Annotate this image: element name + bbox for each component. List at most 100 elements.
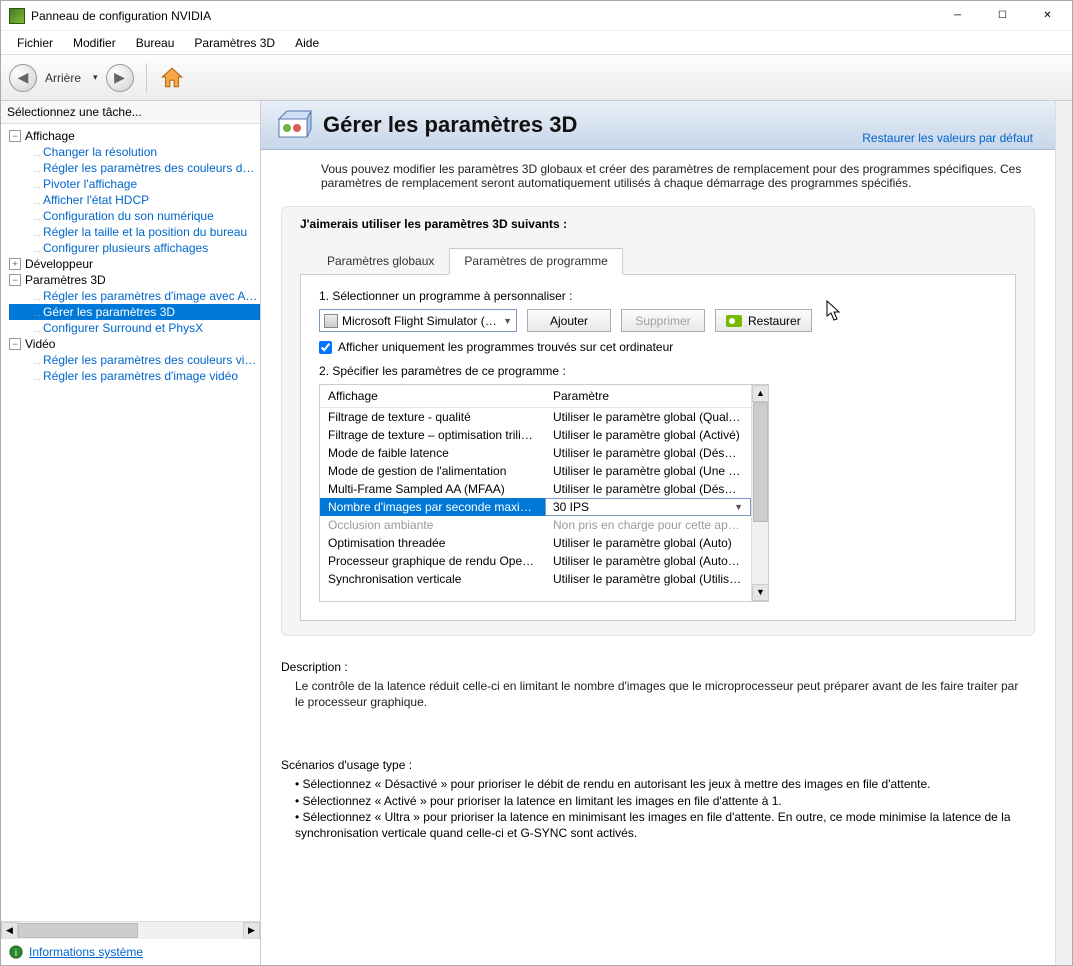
scroll-right-icon[interactable]: ▶ [243,922,260,939]
menu-aide[interactable]: Aide [285,32,329,54]
sidebar-hscrollbar[interactable]: ◀ ▶ [1,921,260,938]
chevron-down-icon: ▼ [503,316,512,326]
tree-item[interactable]: Régler les paramètres des couleurs du bu… [9,160,260,176]
setting-value: Non pris en charge pour cette applicatio… [545,516,751,534]
panel-head: J'aimerais utiliser les paramètres 3D su… [300,217,1016,239]
minimize-button[interactable]: ─ [935,1,980,30]
setting-value: Utiliser le paramètre global (Auto) [545,534,751,552]
tab-global[interactable]: Paramètres globaux [312,248,449,275]
scenario-item: • Sélectionnez « Désactivé » pour priori… [295,776,1027,792]
description-section: Description : Le contrôle de la latence … [261,646,1055,718]
description-body: Le contrôle de la latence réduit celle-c… [281,678,1027,710]
expand-icon[interactable]: + [9,258,21,270]
collapse-icon[interactable]: − [9,338,21,350]
setting-value: Utiliser le paramètre global (Désactivé) [545,444,751,462]
table-row[interactable]: Optimisation threadéeUtiliser le paramèt… [320,534,751,552]
history-dropdown-icon[interactable]: ▾ [93,72,98,83]
table-vscrollbar[interactable]: ▲ ▼ [751,385,768,601]
settings-panel: J'aimerais utiliser les paramètres 3D su… [281,206,1035,636]
setting-name: Synchronisation verticale [320,570,545,588]
tree-group-affichage[interactable]: − Affichage [9,128,260,144]
table-row[interactable]: Filtrage de texture - qualitéUtiliser le… [320,408,751,426]
table-row[interactable]: Processeur graphique de rendu OpenGLUtil… [320,552,751,570]
nvidia-icon [9,8,25,24]
tree-item[interactable]: Configurer plusieurs affichages [9,240,260,256]
sidebar-footer: i Informations système [1,938,260,965]
restore-defaults-link[interactable]: Restaurer les valeurs par défaut [862,131,1033,145]
add-button[interactable]: Ajouter [527,309,611,332]
menu-parametres-3d[interactable]: Paramètres 3D [184,32,285,54]
scenarios-head: Scénarios d'usage type : [281,758,1027,772]
scenario-item: • Sélectionnez « Activé » pour prioriser… [295,793,1027,809]
menu-modifier[interactable]: Modifier [63,32,126,54]
scroll-thumb[interactable] [753,402,768,522]
app-window: Panneau de configuration NVIDIA ─ ☐ ✕ Fi… [0,0,1073,966]
table-row[interactable]: Mode de faible latenceUtiliser le paramè… [320,444,751,462]
tree-item[interactable]: Changer la résolution [9,144,260,160]
setting-name: Optimisation threadée [320,534,545,552]
scroll-down-icon[interactable]: ▼ [752,584,769,601]
tree-group-video[interactable]: − Vidéo [9,336,260,352]
step1-label: 1. Sélectionner un programme à personnal… [319,289,997,303]
table-row[interactable]: Mode de gestion de l'alimentationUtilise… [320,462,751,480]
sidebar-head: Sélectionnez une tâche... [1,101,260,124]
tree-group-developpeur[interactable]: + Développeur [9,256,260,272]
info-icon: i [9,945,23,959]
toolbar-separator [146,63,147,93]
table-row[interactable]: Synchronisation verticaleUtiliser le par… [320,570,751,588]
tree-group-3d[interactable]: − Paramètres 3D [9,272,260,288]
tree-item[interactable]: Régler la taille et la position du burea… [9,224,260,240]
restore-button[interactable]: Restaurer [715,309,812,332]
close-button[interactable]: ✕ [1025,1,1070,30]
maximize-button[interactable]: ☐ [980,1,1025,30]
setting-name: Mode de faible latence [320,444,545,462]
tab-body: 1. Sélectionner un programme à personnal… [300,275,1016,621]
table-row[interactable]: Occlusion ambianteNon pris en charge pou… [320,516,751,534]
nvidia-eye-icon [726,315,742,327]
program-select[interactable]: Microsoft Flight Simulator (Micro... ▼ [319,309,517,332]
scroll-up-icon[interactable]: ▲ [752,385,769,402]
setting-name: Filtrage de texture – optimisation trili… [320,426,545,444]
menu-fichier[interactable]: Fichier [7,32,63,54]
menu-bureau[interactable]: Bureau [126,32,185,54]
setting-value: Utiliser le paramètre global (Une puissa… [545,462,751,480]
system-info-link[interactable]: Informations système [29,945,143,959]
setting-value: Utiliser le paramètre global (Qualité) [545,408,751,426]
back-label: Arrière [45,71,81,85]
home-icon[interactable] [159,65,185,91]
back-button[interactable]: ◀ [9,64,37,92]
setting-name: Nombre d'images par seconde maximal [320,498,545,516]
settings-table[interactable]: Affichage Paramètre Filtrage de texture … [319,384,769,602]
tree-item[interactable]: Pivoter l'affichage [9,176,260,192]
tab-program[interactable]: Paramètres de programme [449,248,622,275]
menubar: Fichier Modifier Bureau Paramètres 3D Ai… [1,31,1072,55]
tree-item[interactable]: Configuration du son numérique [9,208,260,224]
collapse-icon[interactable]: − [9,130,21,142]
chevron-down-icon: ▼ [734,502,743,512]
setting-name: Occlusion ambiante [320,516,545,534]
step2-label: 2. Spécifier les paramètres de ce progra… [319,364,997,378]
content-vscrollbar[interactable] [1055,101,1072,965]
only-installed-input[interactable] [319,341,332,354]
only-installed-checkbox[interactable]: Afficher uniquement les programmes trouv… [319,340,997,354]
titlebar: Panneau de configuration NVIDIA ─ ☐ ✕ [1,1,1072,31]
setting-value: Utiliser le paramètre global (Désactivé) [545,480,751,498]
tree-item[interactable]: Régler les paramètres d'image avec Aperç… [9,288,260,304]
tree-item[interactable]: Régler les paramètres d'image vidéo [9,368,260,384]
task-tree[interactable]: − Affichage Changer la résolution Régler… [1,124,260,921]
toolbar: ◀ Arrière ▾ ▶ [1,55,1072,101]
content: Gérer les paramètres 3D Restaurer les va… [261,101,1072,965]
collapse-icon[interactable]: − [9,274,21,286]
tree-item[interactable]: Configurer Surround et PhysX [9,320,260,336]
tree-item[interactable]: Régler les paramètres des couleurs vidéo [9,352,260,368]
table-row[interactable]: Nombre d'images par seconde maximal30 IP… [320,498,751,516]
scroll-left-icon[interactable]: ◀ [1,922,18,939]
setting-value[interactable]: 30 IPS▼ [545,498,751,516]
tree-item-selected[interactable]: Gérer les paramètres 3D [9,304,260,320]
scenarios-section: Scénarios d'usage type : • Sélectionnez … [261,718,1055,849]
table-row[interactable]: Multi-Frame Sampled AA (MFAA)Utiliser le… [320,480,751,498]
forward-button[interactable]: ▶ [106,64,134,92]
tree-item[interactable]: Afficher l'état HDCP [9,192,260,208]
table-row[interactable]: Filtrage de texture – optimisation trili… [320,426,751,444]
scroll-thumb[interactable] [18,923,138,938]
